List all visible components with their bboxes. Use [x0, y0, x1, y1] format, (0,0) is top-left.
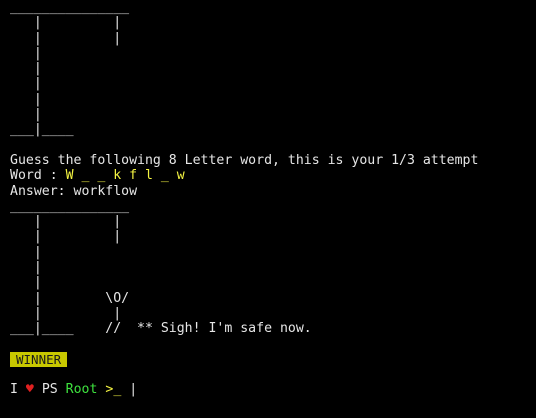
gallows-top: _______________ | | | | | | | | | ___|__… [10, 0, 530, 153]
prompt-ps: PS [41, 382, 58, 398]
heart-icon: ♥ [25, 382, 34, 398]
guess-prompt: Guess the following 8 Letter word, this … [10, 152, 479, 168]
winner-badge: WINNER [10, 351, 68, 367]
gallows-line: | [10, 76, 42, 92]
gallows-line: | | [10, 305, 122, 321]
word-value: W _ _ k f l _ w [65, 168, 185, 184]
gallows-line: _______________ [10, 198, 130, 214]
text-cursor[interactable]: | [129, 382, 137, 397]
answer-line: Answer: workflow [10, 184, 530, 199]
gallows-line: | [10, 275, 42, 291]
gallows-line: | [10, 244, 42, 260]
winner-line: WINNER [10, 351, 530, 367]
gallows-line: _______________ [10, 0, 130, 15]
gallows-line: | [10, 91, 42, 107]
gallows-line: | [10, 260, 42, 276]
gallows-line: ___|____ // ** Sigh! I'm safe now. [10, 321, 312, 337]
prompt-line[interactable]: I ♥ PS Root >_ | [10, 382, 530, 397]
gallows-line [10, 138, 530, 153]
gallows-line: | | [10, 214, 122, 230]
word-label: Word : [10, 168, 66, 184]
gallows-line: | [10, 107, 42, 123]
word-line: Word : W _ _ k f l _ w [10, 168, 530, 183]
gallows-line [10, 337, 530, 352]
gallows-line: | [10, 45, 42, 61]
gallows-line: | | [10, 15, 122, 31]
gallows-bottom: _______________ | | | | | | | | \O/ | | … [10, 199, 530, 352]
gallows-line: ___|____ [10, 122, 74, 138]
prompt-symbol: >_ [105, 382, 122, 398]
gallows-line: | | [10, 229, 122, 245]
answer-value: workflow [73, 183, 138, 199]
prompt-root: Root [65, 382, 98, 398]
gallows-line: | [10, 61, 42, 77]
gallows-line: | | [10, 30, 122, 46]
answer-label: Answer: [10, 183, 74, 199]
terminal-window: _______________ | | | | | | | | | ___|__… [10, 0, 530, 398]
gallows-line: | \O/ [10, 290, 130, 306]
prompt-i: I [10, 382, 18, 398]
